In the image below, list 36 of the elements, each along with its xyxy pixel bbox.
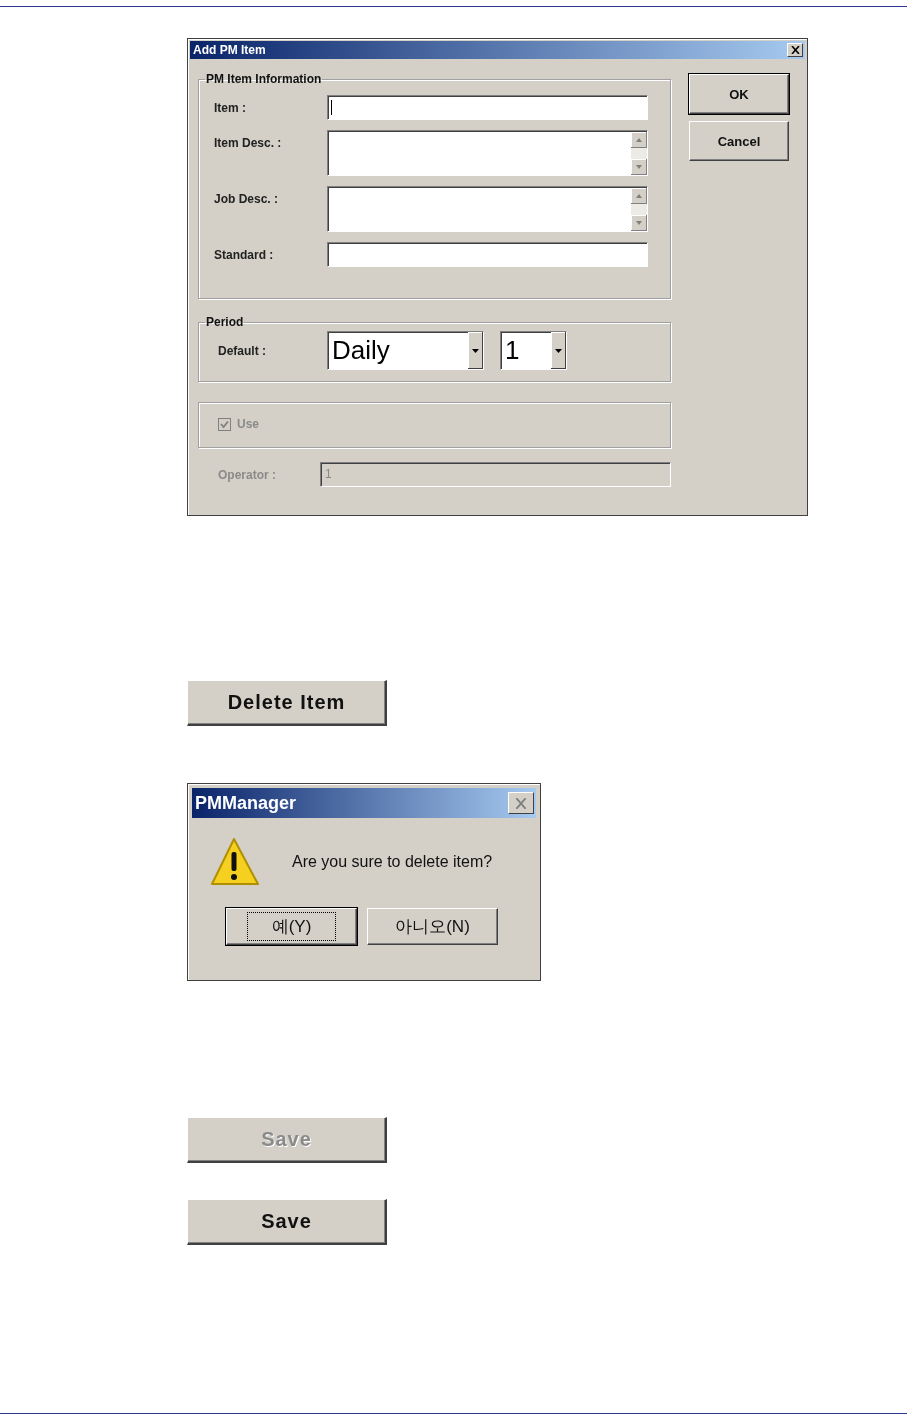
scroll-down-icon[interactable] (631, 215, 647, 231)
checkmark-icon (220, 419, 229, 429)
input-field[interactable] (327, 95, 648, 120)
dialog-button[interactable]: OK (689, 74, 789, 114)
input-field[interactable] (327, 242, 648, 267)
field-label: Default : (217, 343, 267, 358)
dialog-button[interactable]: 아니오(N) (367, 908, 498, 945)
window-title: Add PM Item (193, 43, 266, 57)
dialog-button[interactable]: 예(Y) (226, 908, 357, 945)
dropdown[interactable]: 1 (500, 331, 567, 370)
text-area[interactable] (327, 130, 648, 176)
caret-icon (555, 348, 562, 353)
close-icon (515, 797, 527, 809)
save-button[interactable]: Save (187, 1199, 387, 1245)
group-title: Period (205, 315, 245, 329)
message-text: Are you sure to delete item? (292, 853, 493, 871)
close-button[interactable] (508, 792, 534, 814)
field-label: Item Desc. : (213, 135, 283, 150)
scroll-bar[interactable] (631, 132, 647, 175)
field-label: Standard : (213, 247, 275, 262)
text-area[interactable] (327, 186, 648, 232)
scroll-up-icon[interactable] (631, 188, 647, 204)
window-title: PMManager (195, 792, 297, 814)
field-label: Item : (213, 100, 247, 115)
dropdown[interactable]: Daily (327, 331, 484, 370)
scroll-down-icon[interactable] (631, 159, 647, 175)
delete-item-button[interactable]: Delete Item (187, 680, 387, 726)
dialog-button[interactable]: Cancel (689, 121, 789, 161)
close-icon (790, 46, 800, 54)
group-title: PM Item Information (205, 72, 323, 86)
scroll-up-icon[interactable] (631, 132, 647, 148)
field-label: Operator : (217, 467, 277, 482)
field-label: Job Desc. : (213, 191, 280, 206)
close-button[interactable] (787, 43, 803, 57)
caret-icon (472, 348, 479, 353)
scroll-bar[interactable] (631, 188, 647, 231)
